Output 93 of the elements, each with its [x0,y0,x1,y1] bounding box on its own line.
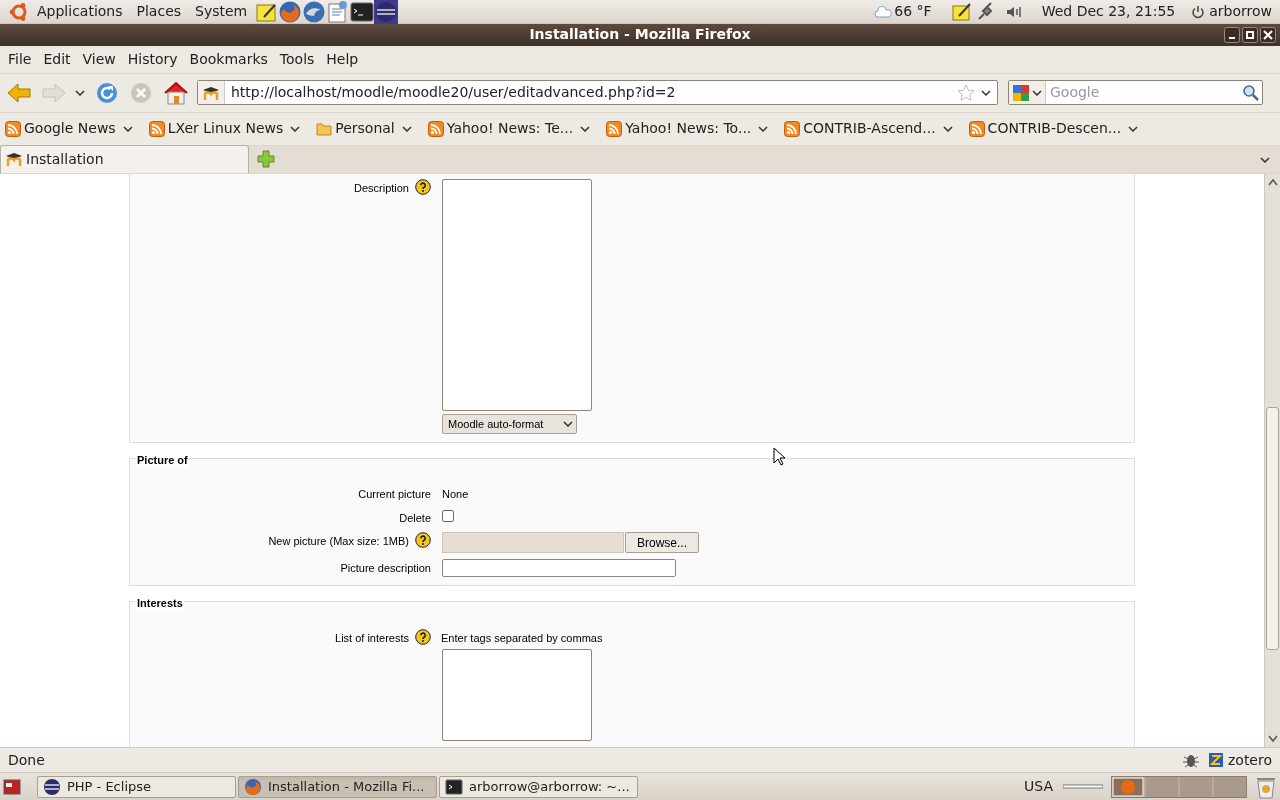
menu-item[interactable]: Edit [37,48,77,70]
mail-bird-icon[interactable] [302,0,327,24]
interests-textarea[interactable] [442,649,592,742]
reload-icon[interactable] [95,80,119,105]
menu-item[interactable]: History [121,48,184,70]
bookmark-folder[interactable]: Google News [5,118,133,140]
new-tab-plus-icon[interactable] [257,149,275,168]
menu-item[interactable]: File [2,48,38,70]
tags-hint: Enter tags separated by commas [441,630,603,646]
menu-item[interactable]: Help [320,48,365,70]
notepad-icon[interactable] [951,1,972,22]
star-icon[interactable] [957,83,975,102]
taskbar-window-button[interactable]: PHP - Eclipse [37,775,236,798]
search-engine-icon[interactable] [1012,83,1030,102]
clock[interactable]: Wed Dec 23, 21:55 [1041,1,1176,22]
file-path-field[interactable] [442,532,624,554]
caret-icon [758,125,769,132]
caret-icon [563,420,573,427]
bookmark-folder[interactable]: Yahoo! News: Te... [427,118,591,140]
user-name[interactable]: arborrow [1209,1,1272,22]
firefox-icon [244,777,262,796]
rss-feed-icon [606,120,623,137]
caret-icon [401,125,412,132]
firefox-icon[interactable] [278,0,303,24]
history-caret-icon [75,89,85,96]
bookmark-folder[interactable]: Yahoo! News: To... [606,118,769,140]
mortarboard-logo-icon [5,151,23,168]
cloud-icon [874,4,893,19]
show-desktop-icon[interactable] [3,777,21,796]
taskbar-window-button[interactable]: Installation - Mozilla Fi... [238,775,437,798]
taskbar-window-button[interactable]: arborrow@arborrow: ~... [439,775,638,798]
caret-icon [1128,125,1139,132]
url-text: http://localhost/moodle/moodle20/user/editadvanced.php?id=2 [231,83,677,103]
power-icon[interactable] [1191,4,1206,19]
keyboard-layout[interactable]: USA [1024,776,1053,798]
bookmark-folder[interactable]: CONTRIB-Descen... [968,118,1139,140]
field-label: List of interests [335,630,409,646]
panel-menu[interactable]: Applications [30,0,130,24]
zotero-label[interactable]: zotero [1227,749,1272,771]
caret-icon [290,125,301,132]
mortarboard-logo-icon [202,84,220,101]
field-label: New picture (Max size: 1MB) [268,534,409,550]
field-label: Current picture [358,487,431,503]
rss-feed-icon [784,120,801,137]
status-text: Done [8,750,45,770]
picture-description-input[interactable] [442,559,676,578]
folder-icon [316,120,333,137]
bookmark-folder[interactable]: Personal [316,118,412,140]
minimize-icon[interactable] [1224,27,1240,43]
rss-feed-icon [148,120,165,137]
search-icon[interactable] [1242,83,1260,102]
field-label: Description [353,180,409,196]
vertical-scrollbar[interactable] [1264,173,1280,748]
search-bar[interactable]: Google [1008,80,1263,106]
eclipse-icon[interactable] [374,0,399,24]
window-title: Installation - Mozilla Firefox [529,25,751,45]
menu-item[interactable]: View [76,48,122,70]
bookmark-folder[interactable]: LXer Linux News [148,118,301,140]
field-label: Picture description [340,561,431,577]
browser-tab[interactable]: Installation [0,144,249,173]
search-field[interactable]: Google [1050,82,1242,104]
menu-item[interactable]: Bookmarks [183,48,274,70]
engine-caret-icon [1032,89,1042,96]
description-textarea[interactable] [442,178,592,411]
workspace-switcher-drawing[interactable] [1111,775,1247,798]
rss-feed-icon [427,120,444,137]
caret-icon [122,125,133,132]
terminal-icon[interactable] [350,0,375,24]
caret-icon [942,125,953,132]
browse-button[interactable]: Browse... [625,532,699,554]
zotero-logo-icon[interactable] [1207,752,1224,769]
bookmark-folder[interactable]: CONTRIB-Ascend... [784,118,953,140]
panel-menu[interactable]: System [188,0,255,24]
tab-list-caret-icon [1260,156,1270,163]
weather-temperature: 66 °F [894,2,932,21]
address-bar[interactable]: http://localhost/moodle/moodle20/user/editadvanced.php?id=2 [197,80,998,106]
field-label: Delete [399,510,431,526]
terminal-icon [445,777,463,796]
delete-checkbox[interactable] [442,509,454,522]
caret-icon [580,125,591,132]
home-icon[interactable] [163,80,189,105]
rss-feed-icon [5,120,21,137]
menu-item[interactable]: Tools [273,48,321,70]
close-icon[interactable] [1260,27,1276,43]
eclipse-icon [43,777,61,796]
volume-slider-icon[interactable] [1063,783,1103,790]
scrollbar-thumb[interactable] [1266,406,1279,650]
panel-menu[interactable]: Places [129,0,189,24]
field-value: None [442,487,469,503]
format-dropdown[interactable]: Moodle auto-format [442,413,577,434]
maximize-icon[interactable] [1242,27,1258,43]
dropdown-caret-icon [981,89,991,96]
rss-feed-icon [968,120,985,137]
